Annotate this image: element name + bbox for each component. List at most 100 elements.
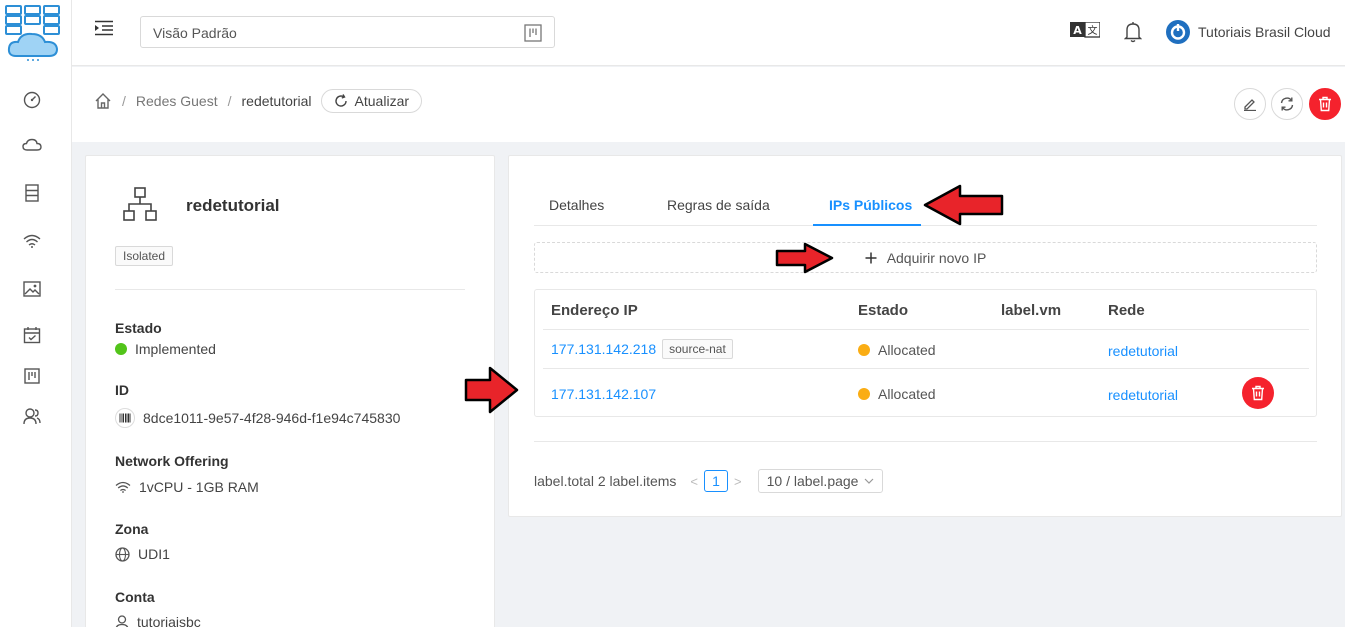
- refresh-icon: [334, 94, 347, 107]
- column-header-network: Rede: [1108, 302, 1145, 319]
- user-name: Tutoriais Brasil Cloud: [1198, 24, 1331, 40]
- project-icon: [524, 24, 542, 42]
- network-type-tag: Isolated: [115, 246, 174, 266]
- image-icon[interactable]: [20, 277, 44, 301]
- plus-icon: [865, 252, 877, 264]
- orange-status-dot: [858, 388, 870, 400]
- table-cell-network: redetutorial: [1108, 343, 1178, 359]
- breadcrumb: / Redes Guest / redetutorial Atualizar: [94, 89, 423, 113]
- id-text: 8dce1011-9e57-4f28-946d-f1e94c745830: [143, 410, 401, 426]
- network-info-card: redetutorial Isolated Estado Implemented…: [85, 155, 495, 627]
- menu-fold-icon[interactable]: [94, 20, 116, 42]
- wifi-icon: [115, 481, 131, 493]
- barcode-icon: [115, 408, 135, 428]
- table-divider: [543, 329, 1309, 330]
- wifi-icon[interactable]: [20, 229, 44, 253]
- orange-status-dot: [858, 344, 870, 356]
- network-topology-icon: [122, 186, 158, 222]
- dashboard-icon[interactable]: [20, 88, 44, 112]
- cloud-icon[interactable]: [20, 133, 44, 157]
- zone-text: UDI1: [138, 546, 170, 562]
- breadcrumb-current: redetutorial: [241, 93, 312, 109]
- pagination-total: label.total 2 label.items: [534, 473, 677, 489]
- page-size-value: 10 / label.page: [766, 473, 859, 489]
- tab-details[interactable]: Detalhes: [549, 197, 604, 213]
- refresh-network-button[interactable]: [1271, 88, 1303, 120]
- svg-text:A: A: [1073, 24, 1082, 37]
- state-text: Implemented: [135, 341, 216, 357]
- field-value-state: Implemented: [115, 341, 216, 357]
- delete-icon: [1252, 385, 1264, 401]
- breadcrumb-guest-networks[interactable]: Redes Guest: [136, 93, 218, 109]
- users-icon[interactable]: [20, 404, 44, 428]
- state-text: Allocated: [878, 386, 936, 402]
- edit-icon: [1244, 99, 1256, 111]
- bell-icon[interactable]: [1124, 21, 1142, 43]
- project-selector[interactable]: Visão Padrão: [140, 16, 555, 48]
- top-header: Visão Padrão A文 Tutoriais Brasil Cloud: [72, 0, 1345, 66]
- table-divider: [543, 368, 1309, 369]
- ip-address-link[interactable]: 177.131.142.107: [551, 386, 656, 402]
- avatar: [1166, 20, 1190, 44]
- chevron-down-icon: [865, 478, 874, 484]
- network-link[interactable]: redetutorial: [1108, 387, 1178, 403]
- tab-egress-rules[interactable]: Regras de saída: [667, 197, 770, 213]
- network-offering-text: 1vCPU - 1GB RAM: [139, 479, 259, 495]
- page-size-select[interactable]: 10 / label.page: [757, 469, 884, 493]
- breadcrumb-separator: /: [122, 93, 126, 109]
- release-ip-button[interactable]: [1242, 377, 1274, 409]
- globe-icon: [115, 546, 130, 562]
- source-nat-tag: source-nat: [662, 339, 733, 359]
- column-header-vm: label.vm: [1001, 302, 1062, 319]
- state-text: Allocated: [878, 342, 936, 358]
- arrow-annotation-right-icon: [464, 366, 519, 414]
- field-label-state: Estado: [115, 320, 162, 336]
- user-menu[interactable]: Tutoriais Brasil Cloud: [1166, 20, 1331, 44]
- table-cell-state: Allocated: [858, 342, 936, 358]
- server-icon[interactable]: [20, 181, 44, 205]
- translate-icon[interactable]: A文: [1070, 22, 1100, 42]
- field-value-zone: UDI1: [115, 546, 170, 562]
- edit-button[interactable]: [1234, 88, 1266, 120]
- field-value-network-offering: 1vCPU - 1GB RAM: [115, 479, 259, 495]
- network-name: redetutorial: [186, 196, 280, 215]
- sync-icon: [1280, 97, 1294, 111]
- refresh-label: Atualizar: [354, 93, 410, 109]
- refresh-button[interactable]: Atualizar: [320, 89, 423, 113]
- cloud-servers-logo[interactable]: [4, 4, 62, 62]
- field-label-network-offering: Network Offering: [115, 453, 229, 469]
- table-cell-ip: 177.131.142.218 source-nat: [551, 339, 733, 359]
- prev-page-icon[interactable]: <: [690, 474, 698, 489]
- account-text: tutoriaisbc: [137, 614, 201, 627]
- table-cell-network: redetutorial: [1108, 387, 1178, 403]
- field-label-zone: Zona: [115, 521, 149, 537]
- field-label-id: ID: [115, 382, 129, 398]
- public-ip-table: Endereço IP Estado label.vm Rede 177.131…: [534, 289, 1317, 417]
- next-page-icon[interactable]: >: [734, 474, 742, 489]
- green-status-dot: [115, 343, 127, 355]
- tab-public-ips[interactable]: IPs Públicos: [829, 197, 912, 213]
- divider: [534, 441, 1317, 442]
- breadcrumb-bar: / Redes Guest / redetutorial Atualizar: [72, 67, 1345, 142]
- field-value-account: tutoriaisbc: [115, 614, 201, 627]
- field-label-account: Conta: [115, 589, 155, 605]
- delete-network-button[interactable]: [1309, 88, 1341, 120]
- arrow-annotation-left-icon: [923, 184, 1004, 226]
- divider: [115, 289, 465, 290]
- home-icon[interactable]: [94, 92, 112, 110]
- calendar-check-icon[interactable]: [20, 323, 44, 347]
- network-link[interactable]: redetutorial: [1108, 343, 1178, 359]
- user-icon: [115, 614, 129, 627]
- column-header-ip: Endereço IP: [551, 302, 638, 319]
- column-header-state: Estado: [858, 302, 909, 319]
- sidebar: [0, 0, 72, 627]
- page-number[interactable]: 1: [704, 470, 729, 492]
- project-selector-value: Visão Padrão: [153, 25, 237, 41]
- ip-address-link[interactable]: 177.131.142.218: [551, 341, 656, 357]
- table-cell-ip: 177.131.142.107: [551, 386, 656, 402]
- pagination: label.total 2 label.items < 1 > 10 / lab…: [534, 469, 884, 493]
- acquire-new-ip-label: Adquirir novo IP: [886, 249, 987, 266]
- project-board-icon[interactable]: [20, 364, 44, 388]
- acquire-new-ip-button[interactable]: Adquirir novo IP: [534, 242, 1317, 273]
- field-value-id: 8dce1011-9e57-4f28-946d-f1e94c745830: [115, 408, 400, 428]
